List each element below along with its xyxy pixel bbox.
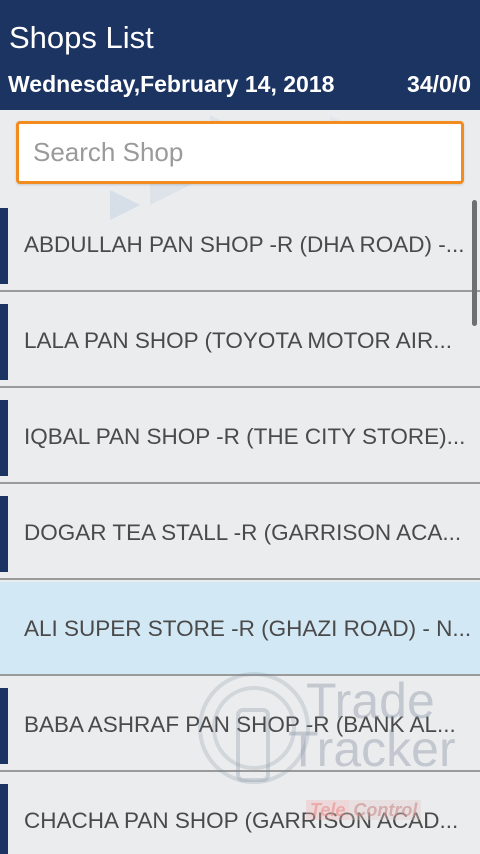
shop-row[interactable]: LALA PAN SHOP (TOYOTA MOTOR AIR... xyxy=(0,294,480,388)
row-accent-bar xyxy=(0,688,8,764)
shop-name: DOGAR TEA STALL -R (GARRISON ACA... xyxy=(24,520,462,545)
shop-row[interactable]: ABDULLAH PAN SHOP -R (DHA ROAD) -... xyxy=(0,198,480,292)
shop-row[interactable]: CHACHA PAN SHOP (GARRISON ACAD... xyxy=(0,774,480,854)
app-header: Shops List Wednesday,February 14, 2018 3… xyxy=(0,0,480,110)
row-accent-bar xyxy=(0,208,8,284)
page-title: Shops List xyxy=(9,20,154,55)
shop-row[interactable]: BABA ASHRAF PAN SHOP -R (BANK AL... xyxy=(0,678,480,772)
shop-row[interactable]: DOGAR TEA STALL -R (GARRISON ACA... xyxy=(0,486,480,580)
shop-list[interactable]: ABDULLAH PAN SHOP -R (DHA ROAD) -... LAL… xyxy=(0,198,480,854)
shop-row[interactable]: IQBAL PAN SHOP -R (THE CITY STORE)... xyxy=(0,390,480,484)
row-accent-bar xyxy=(0,496,8,572)
shop-name: BABA ASHRAF PAN SHOP -R (BANK AL... xyxy=(24,712,456,737)
shop-name: ABDULLAH PAN SHOP -R (DHA ROAD) -... xyxy=(24,232,465,257)
row-accent-bar xyxy=(0,400,8,476)
list-scrollbar[interactable] xyxy=(472,200,477,326)
shop-row-selected[interactable]: ALI SUPER STORE -R (GHAZI ROAD) - N... xyxy=(0,582,480,676)
shop-name: LALA PAN SHOP (TOYOTA MOTOR AIR... xyxy=(24,328,453,353)
search-box[interactable] xyxy=(16,121,464,184)
shop-name: CHACHA PAN SHOP (GARRISON ACAD... xyxy=(24,808,459,833)
visit-count: 34/0/0 xyxy=(407,71,471,97)
current-date: Wednesday,February 14, 2018 xyxy=(8,71,335,97)
row-accent-bar xyxy=(0,784,8,854)
shop-name: IQBAL PAN SHOP -R (THE CITY STORE)... xyxy=(24,424,466,449)
search-input[interactable] xyxy=(19,124,461,181)
shop-name: ALI SUPER STORE -R (GHAZI ROAD) - N... xyxy=(24,616,472,641)
row-accent-bar xyxy=(0,304,8,380)
